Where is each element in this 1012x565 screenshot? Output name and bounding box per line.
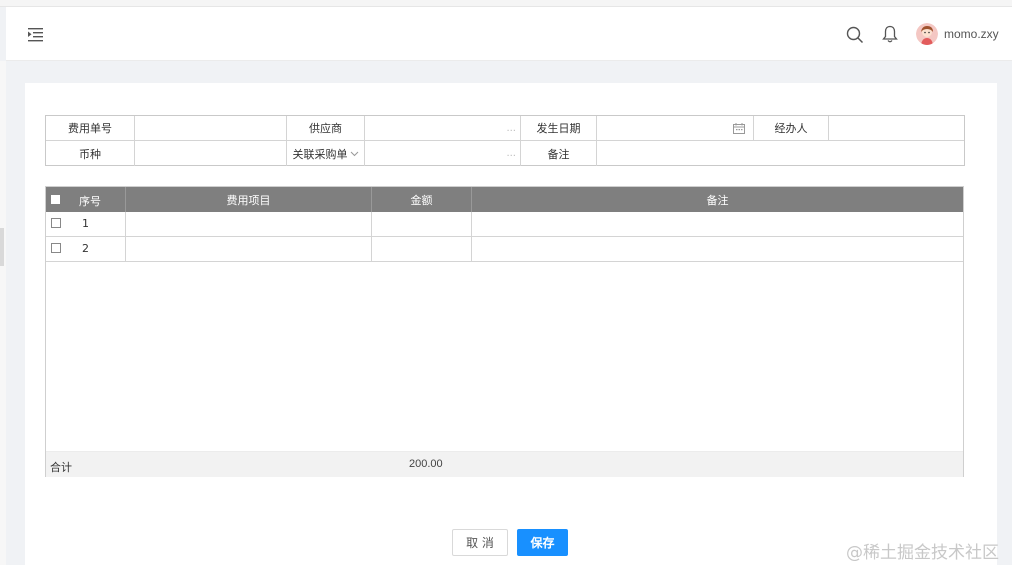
menu-fold-icon[interactable] bbox=[26, 26, 44, 42]
purchase-order-picker-dots: ... bbox=[506, 148, 516, 159]
supplier-picker[interactable]: ... bbox=[365, 116, 521, 141]
bell-icon[interactable] bbox=[882, 25, 898, 44]
header-item: 费用项目 bbox=[126, 187, 372, 212]
purchase-order-picker[interactable]: ... bbox=[365, 141, 521, 166]
header-seq: 序号 bbox=[79, 195, 101, 208]
username: momo.zxy bbox=[944, 27, 999, 41]
currency-input[interactable] bbox=[135, 141, 287, 166]
total-row: 合计 200.00 bbox=[46, 451, 963, 477]
remark-input[interactable] bbox=[597, 141, 964, 166]
save-button[interactable]: 保存 bbox=[517, 529, 568, 556]
purchase-order-select-label: 关联采购单 bbox=[292, 147, 348, 161]
table-row: 1 bbox=[46, 212, 963, 237]
row-remark-input[interactable] bbox=[472, 237, 963, 262]
row-seq: 2 bbox=[82, 242, 89, 255]
row-remark-input[interactable] bbox=[472, 212, 963, 237]
total-amount: 200.00 bbox=[409, 458, 443, 470]
expense-no-label: 费用单号 bbox=[46, 116, 135, 141]
calendar-icon[interactable] bbox=[733, 122, 745, 134]
browser-top-strip bbox=[0, 0, 1012, 7]
handler-label: 经办人 bbox=[754, 116, 829, 141]
table-row: 2 bbox=[46, 237, 963, 262]
row-checkbox[interactable] bbox=[51, 218, 61, 228]
chevron-down-icon bbox=[350, 151, 358, 157]
row-seq-cell: 1 bbox=[46, 212, 126, 237]
date-input[interactable] bbox=[597, 116, 754, 141]
row-amount-input[interactable] bbox=[372, 237, 472, 262]
top-header: momo.zxy bbox=[6, 7, 1012, 61]
row-item-input[interactable] bbox=[126, 212, 372, 237]
currency-label: 币种 bbox=[46, 141, 135, 166]
watermark: @稀土掘金技术社区 bbox=[846, 543, 999, 563]
row-seq-cell: 2 bbox=[46, 237, 126, 262]
purchase-order-select[interactable]: 关联采购单 bbox=[287, 141, 365, 166]
avatar bbox=[916, 23, 938, 45]
header-amount: 金额 bbox=[372, 187, 472, 212]
date-label: 发生日期 bbox=[521, 116, 597, 141]
row-item-input[interactable] bbox=[126, 237, 372, 262]
header-seq-cell: 序号 bbox=[46, 187, 126, 212]
header-remark: 备注 bbox=[706, 193, 729, 207]
row-seq: 1 bbox=[82, 217, 89, 230]
row-checkbox[interactable] bbox=[51, 243, 61, 253]
supplier-picker-dots: ... bbox=[506, 122, 516, 134]
supplier-label: 供应商 bbox=[287, 116, 365, 141]
row-amount-input[interactable] bbox=[372, 212, 472, 237]
left-strip bbox=[0, 61, 6, 565]
user-menu[interactable]: momo.zxy bbox=[916, 23, 999, 45]
expense-no-input[interactable] bbox=[135, 116, 287, 141]
expense-detail-table: 序号 费用项目 金额 备注 1 2 合计 200.00 bbox=[45, 186, 964, 477]
expense-header-form: 费用单号 供应商 ... 发生日期 经办人 币种 关联采购单 ... 备注 bbox=[45, 115, 965, 166]
table-header: 序号 费用项目 金额 备注 bbox=[46, 187, 963, 212]
handler-input[interactable] bbox=[829, 116, 964, 141]
expense-form-card: 费用单号 供应商 ... 发生日期 经办人 币种 关联采购单 ... 备注 序号… bbox=[25, 83, 997, 565]
cancel-button[interactable]: 取 消 bbox=[452, 529, 508, 556]
search-icon[interactable] bbox=[846, 26, 864, 44]
select-all-checkbox[interactable] bbox=[51, 195, 60, 204]
total-label: 合计 bbox=[50, 461, 72, 474]
remark-label: 备注 bbox=[521, 141, 597, 166]
sidebar-handle[interactable] bbox=[0, 228, 4, 266]
